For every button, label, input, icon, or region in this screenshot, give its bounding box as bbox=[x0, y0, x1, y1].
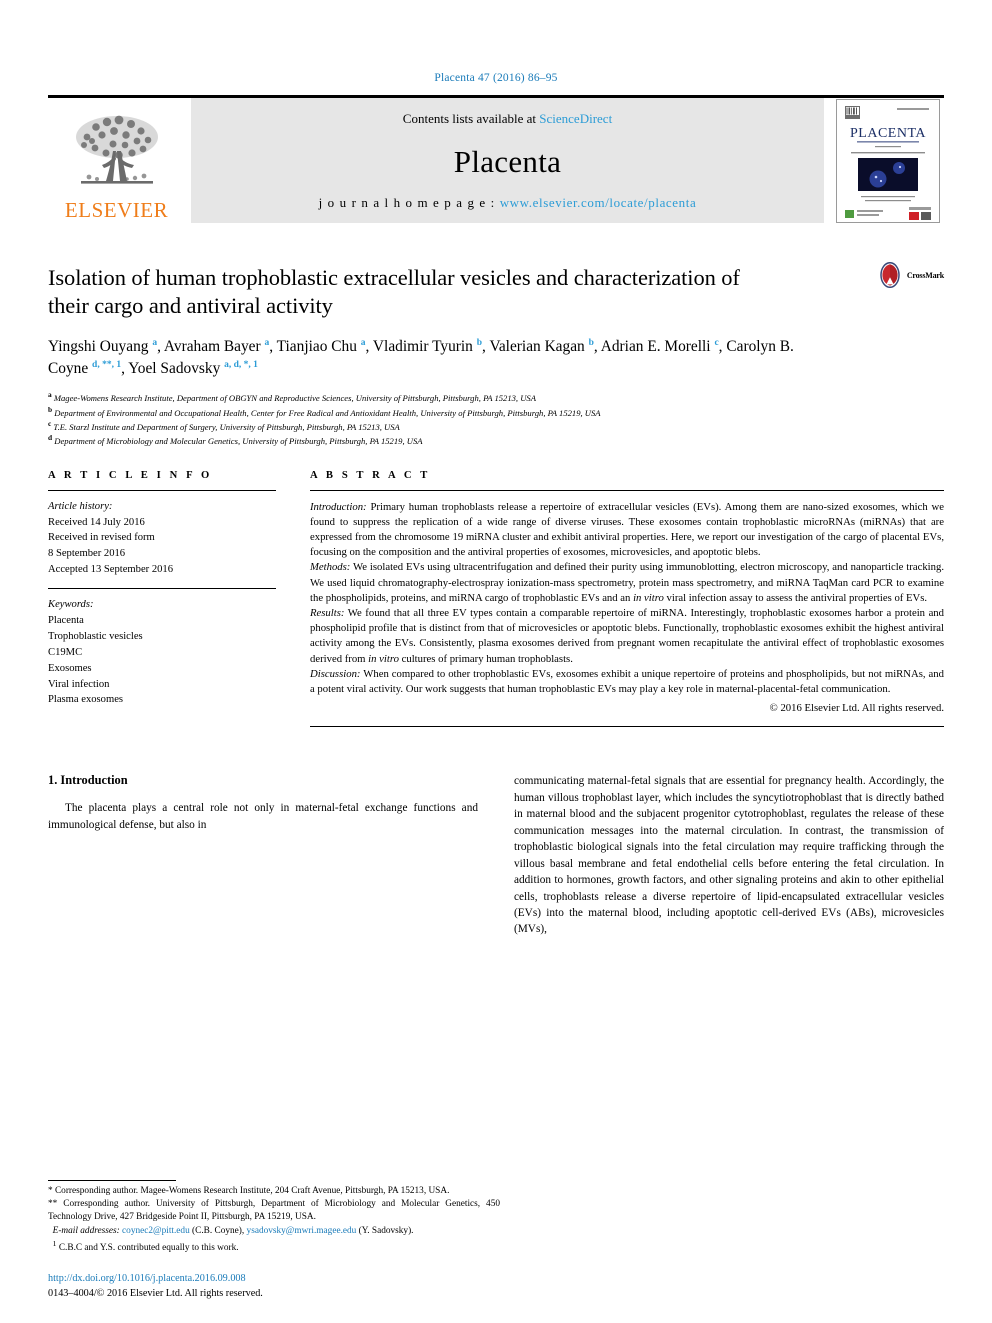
affiliation-mark-c: c bbox=[48, 419, 52, 429]
email-link-sadovsky[interactable]: ysadovsky@mwri.magee.edu bbox=[247, 1226, 357, 1236]
footnote-equal-contribution-text: C.B.C and Y.S. contributed equally to th… bbox=[56, 1242, 239, 1253]
journal-banner: Contents lists available at ScienceDirec… bbox=[191, 98, 824, 223]
article-info-heading: A R T I C L E I N F O bbox=[48, 469, 213, 481]
abstract-section: Methods: We isolated EVs using ultracent… bbox=[310, 561, 944, 604]
article-history-items: Received 14 July 2016 Received in revised… bbox=[48, 515, 276, 579]
issn-copyright: 0143–4004/© 2016 Elsevier Ltd. All right… bbox=[48, 1287, 263, 1299]
footnote-corresponding-2: ** Corresponding author. University of P… bbox=[48, 1198, 500, 1224]
footnote-corresponding-1-text: Corresponding author. Magee-Womens Resea… bbox=[52, 1185, 450, 1196]
cover-image: PLACENTA bbox=[836, 98, 940, 223]
title-block: CrossMark Isolation of human trophoblast… bbox=[48, 262, 944, 448]
keyword-item: C19MC bbox=[48, 646, 83, 658]
abstract-section: Results: We found that all three EV type… bbox=[310, 607, 944, 665]
abstract-section-label: Results: bbox=[310, 607, 345, 619]
abstract-section-label: Discussion: bbox=[310, 667, 361, 680]
journal-homepage-line: j o u r n a l h o m e p a g e : www.else… bbox=[319, 195, 697, 211]
abstract-column: A B S T R A C T Introduction: Primary hu… bbox=[310, 469, 944, 728]
abstract-heading: A B S T R A C T bbox=[310, 469, 431, 481]
abstract-section: Discussion: When compared to other troph… bbox=[310, 667, 944, 695]
email-addresses-label: E-mail addresses: bbox=[52, 1225, 120, 1236]
body-column-right: communicating maternal-fetal signals tha… bbox=[514, 773, 944, 938]
footnote-corresponding-1: * Corresponding author. Magee-Womens Res… bbox=[48, 1185, 500, 1198]
keywords-items: Placenta Trophoblastic vesicles C19MC Exoso… bbox=[48, 613, 276, 708]
intro-paragraph-right: communicating maternal-fetal signals tha… bbox=[514, 775, 944, 936]
affiliation-mark-b: b bbox=[48, 404, 53, 414]
footnote-block: * Corresponding author. Magee-Womens Res… bbox=[48, 1179, 500, 1255]
doi-block: http://dx.doi.org/10.1016/j.placenta.201… bbox=[48, 1272, 500, 1301]
journal-title: Placenta bbox=[453, 143, 562, 179]
section-heading-introduction: 1. Introduction bbox=[48, 773, 128, 788]
email-owner-coyne: (C.B. Coyne), bbox=[189, 1225, 247, 1236]
article-history-item: Accepted 13 September 2016 bbox=[48, 564, 174, 576]
email-owner-sadovsky: (Y. Sadovsky). bbox=[356, 1225, 414, 1236]
affiliation-list: a Magee-Womens Research Institute, Depar… bbox=[48, 390, 944, 447]
article-history-label: Article history: bbox=[48, 500, 113, 512]
affiliation-mark-a: a bbox=[48, 390, 52, 400]
intro-paragraph-left: The placenta plays a central role not on… bbox=[48, 802, 478, 831]
elsevier-logo: ELSEVIER bbox=[48, 98, 185, 223]
keyword-item: Exosomes bbox=[48, 662, 92, 674]
affiliation-d: d Department of Microbiology and Molecul… bbox=[48, 433, 423, 447]
article-history-item: 8 September 2016 bbox=[48, 548, 126, 560]
sciencedirect-link[interactable]: ScienceDirect bbox=[539, 111, 612, 126]
abstract-section-label: Introduction: bbox=[310, 500, 367, 513]
svg-text:PLACENTA: PLACENTA bbox=[850, 126, 926, 141]
info-abstract-row: A R T I C L E I N F O Article history: R… bbox=[48, 469, 944, 728]
journal-homepage-link[interactable]: www.elsevier.com/locate/placenta bbox=[500, 195, 697, 210]
elsevier-wordmark: ELSEVIER bbox=[64, 198, 169, 222]
elsevier-tree-icon bbox=[75, 115, 158, 184]
keyword-item: Placenta bbox=[48, 615, 84, 627]
footnote-divider bbox=[48, 1179, 176, 1181]
abstract-body: Introduction: Primary human trophoblasts… bbox=[310, 491, 944, 697]
footnote-equal-contribution: 1 C.B.C and Y.S. contributed equally to … bbox=[48, 1238, 500, 1255]
contents-available-line: Contents lists available at ScienceDirec… bbox=[403, 111, 612, 127]
affiliation-b: b Department of Environmental and Occupa… bbox=[48, 404, 601, 418]
doi-link[interactable]: http://dx.doi.org/10.1016/j.placenta.201… bbox=[48, 1272, 500, 1286]
affiliation-a: a Magee-Womens Research Institute, Depar… bbox=[48, 390, 536, 404]
keywords-label: Keywords: bbox=[48, 599, 94, 611]
keyword-item: Trophoblastic vesicles bbox=[48, 630, 143, 642]
body-columns: 1. Introduction The placenta plays a cen… bbox=[48, 773, 944, 938]
journal-masthead: ELSEVIER Contents lists available at Sci… bbox=[48, 95, 944, 223]
page-title: Isolation of human trophoblastic extrace… bbox=[48, 265, 740, 319]
body-column-left: 1. Introduction The placenta plays a cen… bbox=[48, 773, 478, 938]
abstract-section: Introduction: Primary human trophoblasts… bbox=[310, 500, 944, 559]
article-history-item: Received 14 July 2016 bbox=[48, 516, 145, 528]
crossmark-badge[interactable]: CrossMark bbox=[877, 262, 944, 288]
email-link-coyne[interactable]: coynec2@pitt.edu bbox=[122, 1226, 190, 1236]
crossmark-label: CrossMark bbox=[906, 270, 944, 280]
keywords-block: Keywords: Placenta Trophoblastic vesicles… bbox=[48, 589, 276, 708]
abstract-section-label: Methods: bbox=[310, 561, 351, 574]
contents-prefix: Contents lists available at bbox=[402, 111, 540, 126]
crossmark-icon bbox=[880, 262, 900, 288]
affiliation-mark-d: d bbox=[48, 433, 53, 443]
latin-phrase: in vitro bbox=[368, 652, 399, 665]
abstract-rule-bottom bbox=[310, 726, 944, 728]
running-head: Placenta 47 (2016) 86–95 bbox=[434, 72, 558, 84]
keyword-item: Viral infection bbox=[48, 678, 110, 690]
paper-page: Placenta 47 (2016) 86–95 ELSEVIER Conten… bbox=[0, 0, 992, 1323]
footnote-emails: E-mail addresses: coynec2@pitt.edu (C.B.… bbox=[48, 1225, 500, 1238]
affiliation-c: c T.E. Starzl Institute and Department o… bbox=[48, 419, 400, 432]
article-history-item: Received in revised form bbox=[48, 532, 155, 544]
latin-phrase: in vitro bbox=[633, 591, 664, 604]
cover-art-icon: PLACENTA bbox=[837, 99, 939, 222]
article-history: Article history: Received 14 July 2016 Re… bbox=[48, 491, 276, 588]
footnote-mark-double-asterisk: ** bbox=[48, 1199, 58, 1210]
author-list: Yingshi Ouyang a, Avraham Bayer a, Tianj… bbox=[48, 337, 794, 377]
footnote-corresponding-2-text: Corresponding author. University of Pitt… bbox=[48, 1199, 500, 1223]
journal-cover-thumbnail: PLACENTA bbox=[832, 98, 944, 223]
keyword-item: Plasma exosomes bbox=[48, 694, 124, 706]
article-info-column: A R T I C L E I N F O Article history: R… bbox=[48, 470, 276, 727]
homepage-prefix: j o u r n a l h o m e p a g e : bbox=[318, 195, 500, 210]
abstract-copyright: © 2016 Elsevier Ltd. All rights reserved… bbox=[769, 702, 944, 715]
